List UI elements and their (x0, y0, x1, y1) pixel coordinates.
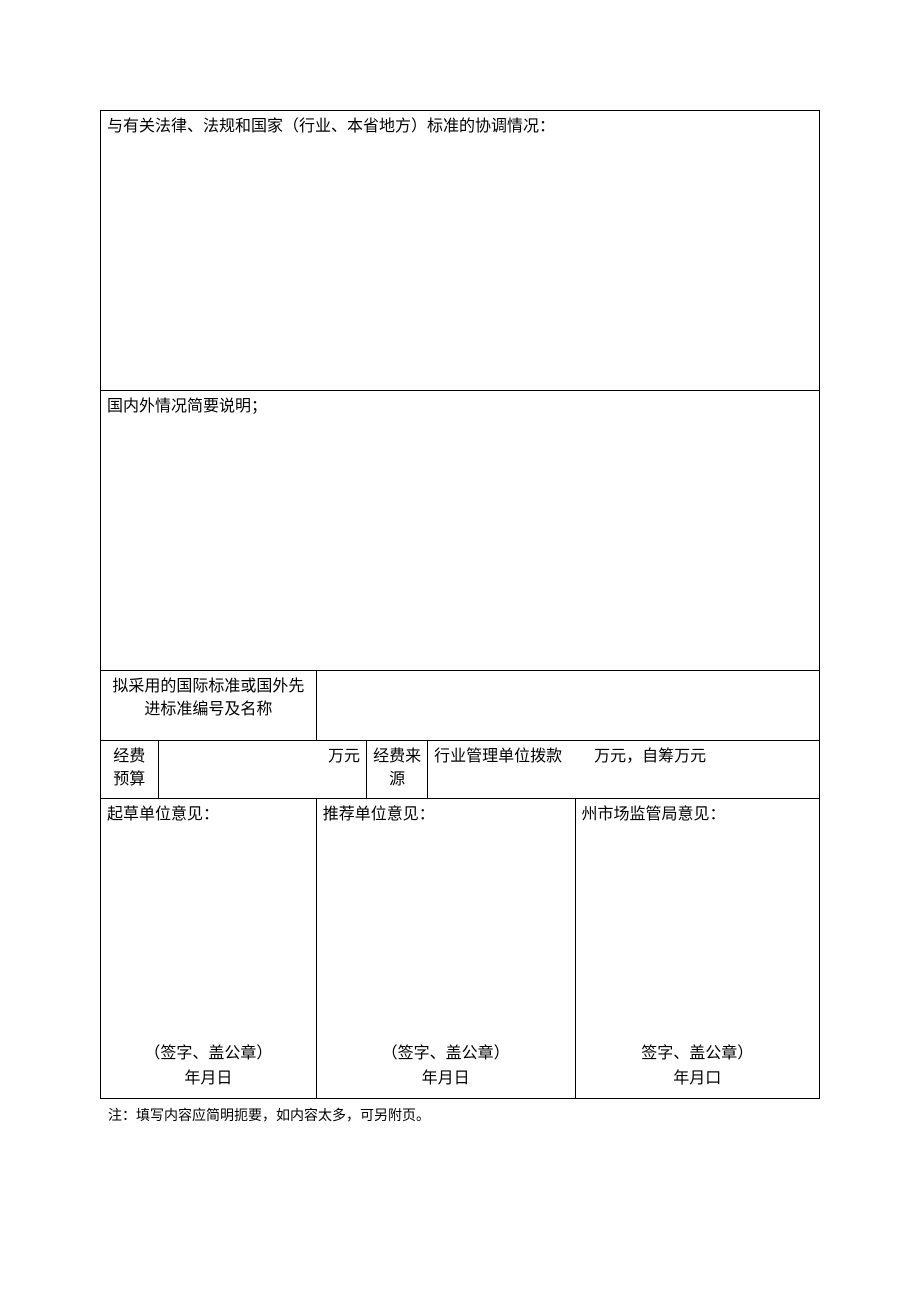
opinion-draft-signblock: （签字、盖公章） 年月日 (101, 1042, 316, 1092)
opinion-draft-cell[interactable]: 起草单位意见： （签字、盖公章） 年月日 (101, 799, 317, 1099)
opinion-recommend-sign: （签字、盖公章） (382, 1045, 510, 1062)
opinion-recommend-title: 推荐单位意见： (323, 803, 569, 826)
opinion-bureau-title: 州市场监管局意见： (582, 803, 813, 826)
opinion-bureau-signblock: 签字、盖公章） 年月口 (576, 1042, 819, 1092)
section-coordination-title: 与有关法律、法规和国家（行业、本省地方）标准的协调情况： (107, 118, 555, 135)
standard-value[interactable] (316, 671, 819, 741)
opinion-bureau-date: 年月口 (673, 1070, 721, 1087)
opinions-row: 起草单位意见： （签字、盖公章） 年月日 推荐单位意见： （签字、盖公章） 年月… (101, 799, 820, 1099)
opinion-recommend-signblock: （签字、盖公章） 年月日 (317, 1042, 575, 1092)
budget-source-label: 经费来源 (367, 741, 428, 799)
section-coordination-cell[interactable]: 与有关法律、法规和国家（行业、本省地方）标准的协调情况： (101, 111, 820, 391)
footnote: 注：填写内容应简明扼要，如内容太多，可另附页。 (100, 1105, 820, 1125)
section-coordination-row: 与有关法律、法规和国家（行业、本省地方）标准的协调情况： (101, 111, 820, 391)
standard-label: 拟采用的国际标准或国外先进标准编号及名称 (101, 671, 317, 741)
opinion-draft-sign: （签字、盖公章） (144, 1045, 272, 1062)
section-situation-title: 国内外情况简要说明； (107, 398, 267, 415)
section-situation-row: 国内外情况简要说明； (101, 391, 820, 671)
budget-source-text[interactable]: 行业管理单位拨款 万元，自筹万元 (428, 741, 820, 799)
budget-unit: 万元 (328, 748, 360, 765)
budget-label: 经费预算 (101, 741, 159, 799)
opinion-bureau-sign: 签字、盖公章） (641, 1045, 753, 1062)
form-table: 与有关法律、法规和国家（行业、本省地方）标准的协调情况： 国内外情况简要说明； … (100, 110, 820, 1099)
opinion-recommend-cell[interactable]: 推荐单位意见： （签字、盖公章） 年月日 (316, 799, 575, 1099)
budget-amount-cell[interactable]: 万元 (158, 741, 367, 799)
opinion-draft-title: 起草单位意见： (107, 803, 310, 826)
standard-row: 拟采用的国际标准或国外先进标准编号及名称 (101, 671, 820, 741)
section-situation-cell[interactable]: 国内外情况简要说明； (101, 391, 820, 671)
opinion-draft-date: 年月日 (184, 1070, 232, 1087)
opinion-bureau-cell[interactable]: 州市场监管局意见： 签字、盖公章） 年月口 (575, 799, 819, 1099)
opinion-recommend-date: 年月日 (422, 1070, 470, 1087)
page-container: 与有关法律、法规和国家（行业、本省地方）标准的协调情况： 国内外情况简要说明； … (0, 0, 920, 1185)
budget-row: 经费预算 万元 经费来源 行业管理单位拨款 万元，自筹万元 (101, 741, 820, 799)
